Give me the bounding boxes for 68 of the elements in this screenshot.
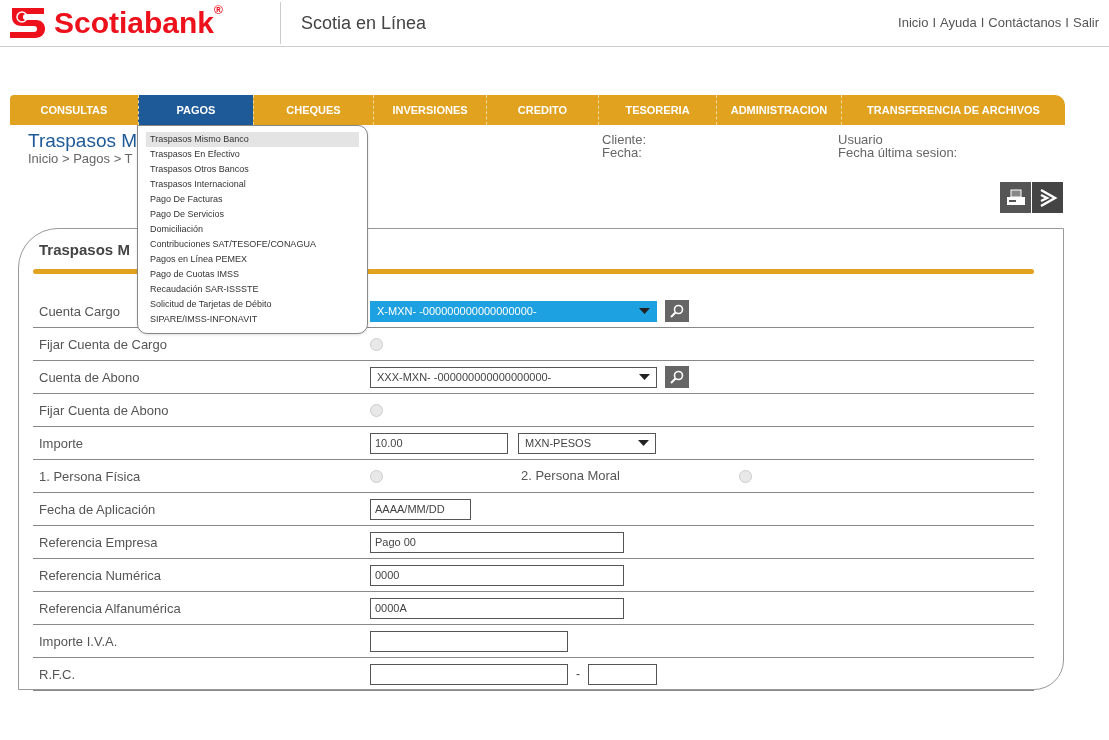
link-separator: I bbox=[980, 14, 985, 33]
link-separator: I bbox=[1065, 14, 1069, 33]
field-label: Referencia Numérica bbox=[39, 568, 162, 583]
input-field[interactable]: AAAA/MM/DD bbox=[370, 498, 471, 520]
menu-item[interactable]: Recaudación SAR-ISSSTE bbox=[146, 282, 359, 297]
user-label: Usuario bbox=[838, 133, 884, 146]
caret-icon bbox=[638, 440, 649, 446]
radio-button[interactable] bbox=[370, 469, 383, 483]
account-select[interactable]: XXX-MXN- -000000000000000000- bbox=[370, 366, 657, 388]
menu-item[interactable]: Pagos en Línea PEMEX bbox=[146, 252, 359, 267]
radio-button[interactable] bbox=[370, 337, 383, 351]
header-link[interactable]: Salir bbox=[1073, 13, 1099, 33]
search-button[interactable] bbox=[665, 366, 689, 388]
menu-item[interactable]: Contribuciones SAT/TESOFE/CONAGUA bbox=[146, 237, 359, 252]
field-label: 1. Persona Física bbox=[39, 469, 141, 484]
input-field[interactable] bbox=[588, 663, 657, 685]
link-separator: I bbox=[932, 14, 937, 33]
input-field[interactable]: 0000A bbox=[370, 597, 624, 619]
field-label: Fecha de Aplicación bbox=[39, 502, 156, 517]
currency-select[interactable]: MXN-PESOS bbox=[518, 432, 656, 454]
logo-icon bbox=[8, 6, 48, 40]
menu-item[interactable]: Pago de Cuotas IMSS bbox=[146, 267, 359, 282]
menu-item[interactable]: Traspasos Internacional bbox=[146, 177, 359, 192]
caret-icon bbox=[639, 374, 650, 380]
menu-item[interactable]: Domiciliación bbox=[146, 222, 359, 237]
page-title: Traspasos M bbox=[28, 130, 138, 152]
menu-item[interactable]: Traspasos Otros Bancos bbox=[146, 162, 359, 177]
header-link[interactable]: Ayuda bbox=[940, 13, 977, 33]
field-label: Importe I.V.A. bbox=[39, 634, 118, 649]
field-label: Referencia Alfanumérica bbox=[39, 601, 181, 616]
field-label: R.F.C. bbox=[39, 667, 76, 682]
breadcrumb: Inicio > Pagos > T bbox=[28, 152, 134, 166]
last-session-label: Fecha última sesion: bbox=[838, 146, 958, 159]
search-button[interactable] bbox=[665, 300, 689, 322]
input-field[interactable] bbox=[370, 630, 568, 652]
caret-icon bbox=[639, 308, 650, 314]
header-link[interactable]: Contáctanos bbox=[988, 13, 1062, 33]
next-button[interactable] bbox=[1032, 182, 1063, 213]
search-icon bbox=[670, 304, 684, 318]
menu-item[interactable]: SIPARE/IMSS-INFONAVIT bbox=[146, 312, 359, 327]
radio-button[interactable] bbox=[370, 403, 383, 417]
field-label: Cuenta de Abono bbox=[39, 370, 140, 385]
client-label: Cliente: bbox=[602, 133, 647, 146]
form-title: Traspasos M bbox=[39, 241, 130, 258]
menu-item[interactable]: Traspasos Mismo Banco bbox=[146, 132, 359, 147]
field-label: Fijar Cuenta de Abono bbox=[39, 403, 169, 418]
product-name: Scotia en Línea bbox=[301, 11, 427, 35]
field-label: Referencia Empresa bbox=[39, 535, 158, 550]
menu-item[interactable]: Traspasos En Efectivo bbox=[146, 147, 359, 162]
radio-button[interactable] bbox=[739, 469, 752, 483]
field-label: 2. Persona Moral bbox=[521, 467, 621, 486]
field-label: Cuenta Cargo bbox=[39, 304, 120, 319]
printer-icon bbox=[1005, 188, 1026, 207]
print-button[interactable] bbox=[1000, 182, 1031, 213]
search-icon bbox=[670, 370, 684, 384]
input-field[interactable]: 0000 bbox=[370, 564, 624, 586]
date-label: Fecha: bbox=[602, 146, 643, 159]
menu-item[interactable]: Solicitud de Tarjetas de Débito bbox=[146, 297, 359, 312]
dash-separator: - bbox=[576, 666, 580, 683]
input-field[interactable]: Pago 00 bbox=[370, 531, 624, 553]
field-label: Importe bbox=[39, 436, 84, 451]
nav-tab[interactable]: PAGOS bbox=[138, 95, 253, 125]
menu-item[interactable]: Pago De Facturas bbox=[146, 192, 359, 207]
input-field[interactable] bbox=[370, 663, 568, 685]
menu-item[interactable]: Pago De Servicios bbox=[146, 207, 359, 222]
header-link[interactable]: Inicio bbox=[898, 13, 929, 33]
field-label: Fijar Cuenta de Cargo bbox=[39, 337, 167, 352]
input-field[interactable]: 10.00 bbox=[370, 432, 508, 454]
